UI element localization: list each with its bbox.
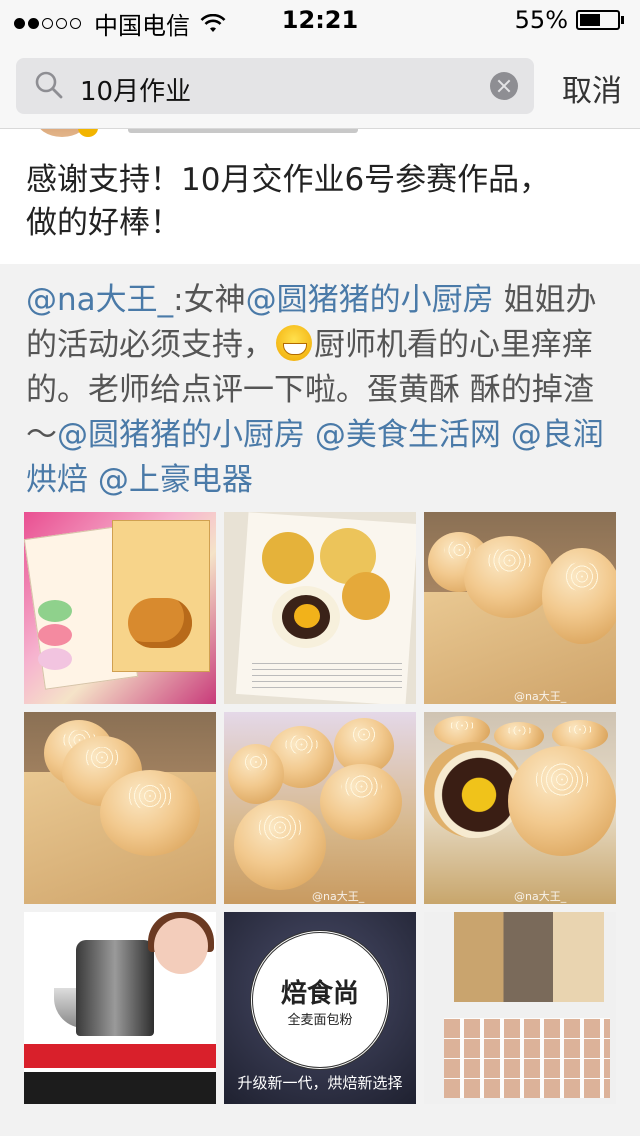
brand-title: 焙食尚 [280,979,359,1009]
battery-percent: 55% [514,6,568,34]
pastry [434,716,490,746]
photo-watermark: @na大王_ [514,890,567,903]
author-link[interactable]: @na大王_ [26,282,173,318]
pastry [464,536,554,618]
grin-emoji-icon [276,325,312,361]
magazine-text [252,658,402,692]
photo-watermark: @na大王_ [312,890,365,903]
photo-watermark: @na大王_ [514,690,567,703]
image-grid: @na大王_ @na大王_ @na大王_ 焙食尚 全麦面包粉 升级新一代，烘焙新… [24,512,616,1104]
search-icon [35,71,63,99]
clear-icon[interactable] [490,72,518,100]
photo-yolk-pastry[interactable] [24,712,216,904]
mention-link[interactable]: @圆猪猪的小厨房 [57,417,305,453]
repost-card[interactable]: @na大王_:女神@圆猪猪的小厨房 姐姐办的活动必须支持， 厨师机看的心里痒痒的。… [0,264,640,1136]
battery-icon [576,10,620,30]
photo-flour-ad[interactable]: 焙食尚 全麦面包粉 升级新一代，烘焙新选择 [224,912,416,1104]
status-bar: 中国电信 12:21 55% [0,0,640,40]
photo-screenshot[interactable] [424,912,616,1104]
search-query[interactable]: 10月作业 [80,71,191,108]
pastry [342,572,390,620]
screenshot-thumbnails [454,912,604,1002]
photo-mixer-ad[interactable] [24,912,216,1104]
brand-badge: 焙食尚 全麦面包粉 [250,930,390,1070]
ad-banner [24,1044,216,1068]
book-cover [112,520,210,672]
battery-fill [580,14,600,26]
pastry [262,532,314,584]
pastry [494,722,544,750]
verified-badge-icon [78,129,98,137]
mention-link[interactable]: @上豪电器 [98,462,253,498]
mention-link[interactable]: @圆猪猪的小厨房 [246,282,494,318]
search-bar: 10月作业 取消 [0,40,640,129]
repost-text: @na大王_:女神@圆猪猪的小厨房 姐姐办的活动必须支持， 厨师机看的心里痒痒的。… [26,278,618,503]
avatar-wall [444,1018,610,1098]
pastry-cross-section [272,586,340,648]
pastry [508,746,616,856]
search-input[interactable]: 10月作业 [16,58,534,114]
repost-text-segment: :女神 [173,282,246,318]
photo-yolk-pastry[interactable]: @na大王_ [224,712,416,904]
pastry [100,770,200,856]
photo-books[interactable] [24,512,216,704]
pastry [320,764,402,840]
stand-mixer [76,940,154,1036]
post-meta [128,129,358,133]
mention-link[interactable]: @美食生活网 [315,417,501,453]
pastry [234,800,326,890]
photo-magazine[interactable] [224,512,416,704]
post-header-peek [0,129,640,139]
brand-subtitle: 全麦面包粉 [287,1013,353,1028]
post-text-line: 做的好棒！ [26,205,181,241]
cancel-button[interactable]: 取消 [562,66,622,110]
feed-content[interactable]: 感谢支持！10月交作业6号参赛作品， 做的好棒！ @na大王_:女神@圆猪猪的小… [0,129,640,1136]
post-text-line: 感谢支持！10月交作业6号参赛作品， [26,162,551,198]
model-face [154,918,208,974]
status-right: 55% [515,6,624,34]
bread-roll [128,598,192,648]
pastry [542,548,616,644]
battery-tip [621,16,624,24]
photo-yolk-pastry[interactable]: @na大王_ [424,512,616,704]
post-text: 感谢支持！10月交作业6号参赛作品， 做的好棒！ [26,159,616,245]
photo-yolk-pastry-cut[interactable]: @na大王_ [424,712,616,904]
pastry [228,744,284,804]
ad-caption: 升级新一代，烘焙新选择 [237,1074,403,1092]
ad-footer [24,1072,216,1104]
macaron [38,600,72,622]
